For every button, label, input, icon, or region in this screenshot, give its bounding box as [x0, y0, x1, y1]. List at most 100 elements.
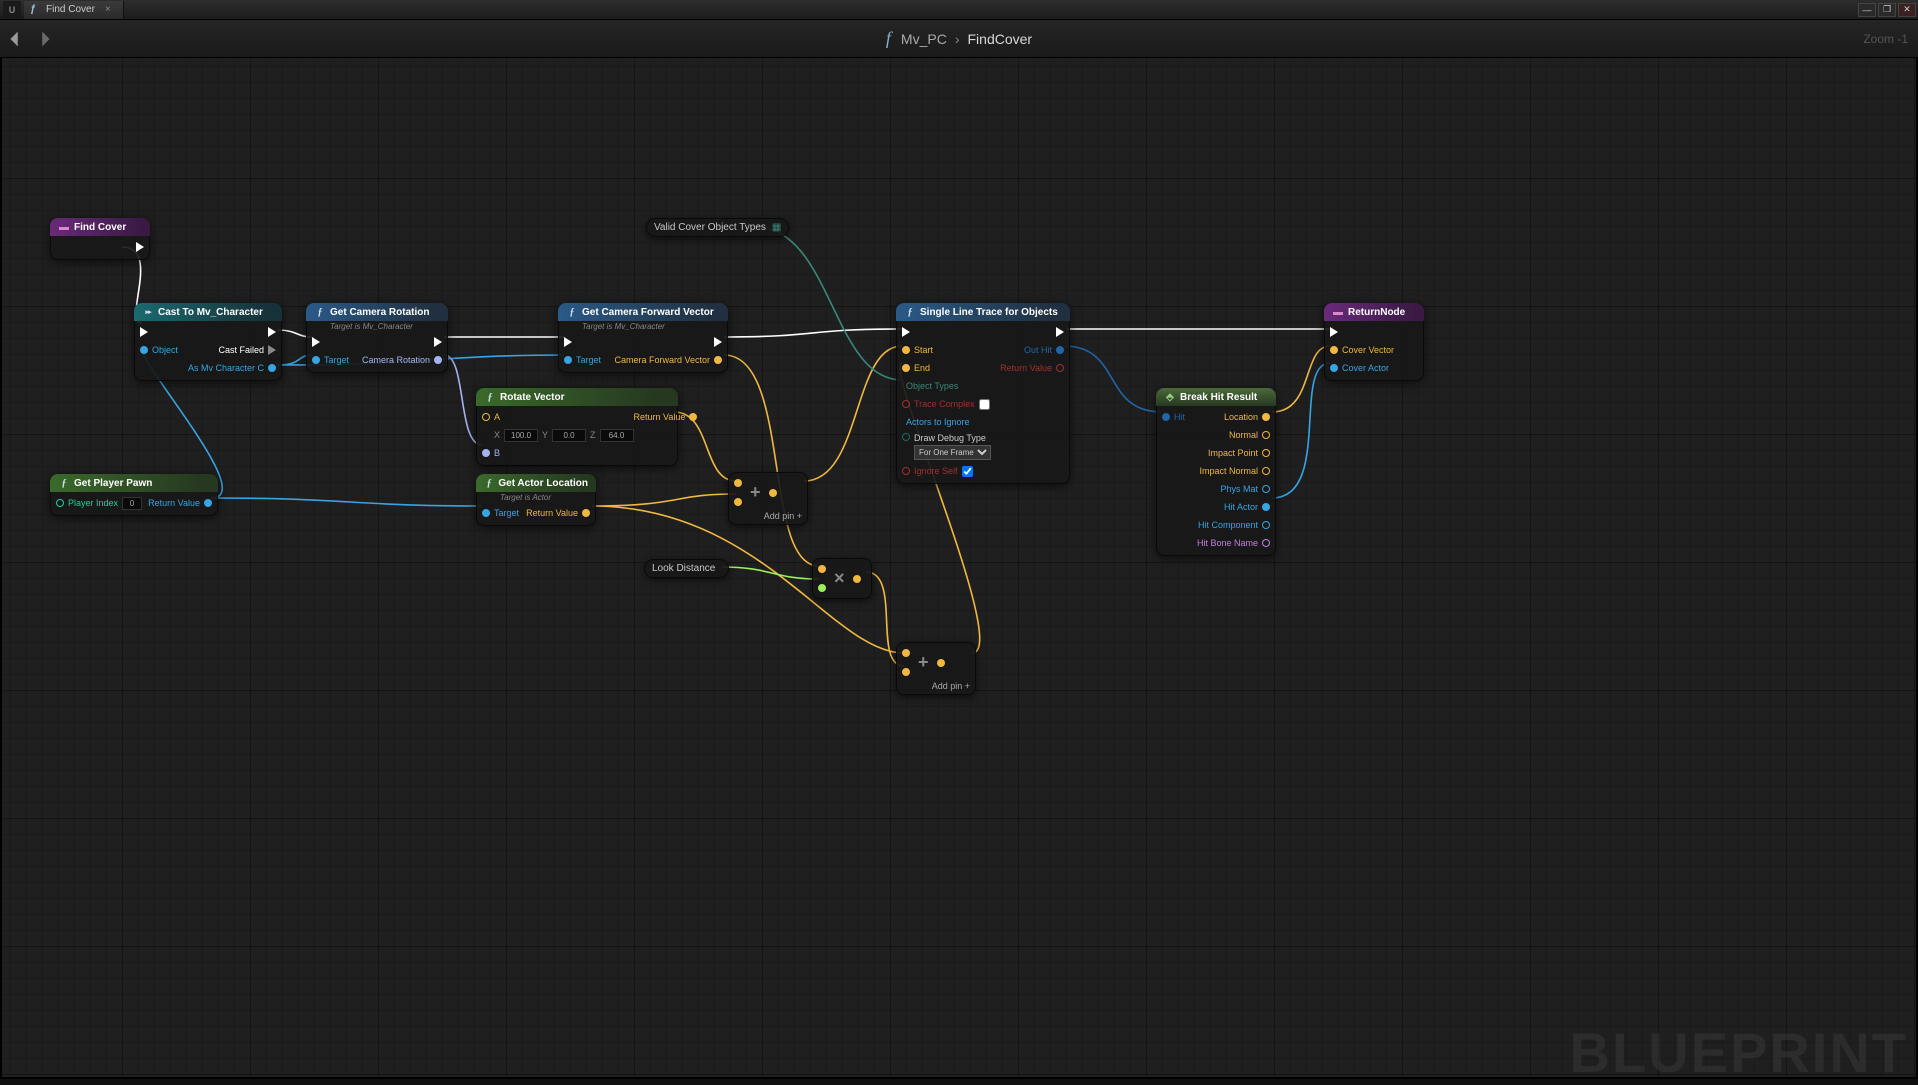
node-vector-add-1[interactable]: + Add pin + [728, 472, 808, 525]
pin-exec-in[interactable] [564, 335, 601, 349]
node-get-camera-forward[interactable]: Get Camera Forward Vector Target is Mv_C… [558, 303, 728, 373]
tab-close-icon[interactable]: × [105, 4, 111, 15]
pin-exec-in[interactable] [1330, 325, 1394, 339]
nav-forward-button[interactable] [34, 28, 56, 50]
pin-impact-point[interactable]: Impact Point [1208, 446, 1270, 460]
breadcrumb-parent[interactable]: Mv_PC [901, 31, 947, 47]
pin-exec-out[interactable] [1056, 325, 1064, 339]
pin-return-value[interactable]: Return Value [1000, 361, 1064, 375]
pin-target[interactable]: Target [564, 353, 601, 367]
pin-out[interactable] [853, 572, 861, 586]
node-break-hit-result[interactable]: Break Hit Result Hit Location Normal Imp… [1156, 388, 1276, 556]
pin-return-value[interactable]: Return Value [634, 410, 698, 424]
node-header: Break Hit Result [1156, 388, 1276, 406]
toolbar: f Mv_PC › FindCover Zoom -1 [0, 20, 1918, 58]
input-x[interactable] [504, 429, 538, 442]
node-return[interactable]: ReturnNode Cover Vector Cover Actor [1324, 303, 1424, 381]
node-get-player-pawn[interactable]: Get Player Pawn Player Index Return Valu… [50, 474, 218, 516]
node-entry-findcover[interactable]: Find Cover [50, 218, 150, 260]
window-minimize-button[interactable]: — [1858, 3, 1876, 17]
pin-location[interactable]: Location [1224, 410, 1270, 424]
node-rotate-vector[interactable]: Rotate Vector A X Y Z B Return Value [476, 388, 678, 466]
checkbox-ignore-self[interactable] [962, 466, 973, 477]
pin-exec-out[interactable] [268, 325, 276, 339]
watermark: BLUEPRINT [1570, 1020, 1908, 1085]
pin-target[interactable]: Target [482, 506, 519, 520]
node-title: Find Cover [74, 222, 126, 233]
pin-trace-complex[interactable]: Trace Complex [902, 397, 991, 411]
pin-actors-to-ignore[interactable]: Actors to Ignore [902, 415, 991, 429]
pin-hit-actor[interactable]: Hit Actor [1224, 500, 1270, 514]
graph-canvas[interactable]: Find Cover Cast To Mv_Character Object C… [0, 58, 1918, 1079]
node-get-actor-location[interactable]: Get Actor Location Target is Actor Targe… [476, 474, 596, 526]
pin-impact-normal[interactable]: Impact Normal [1199, 464, 1270, 478]
pin-normal[interactable]: Normal [1229, 428, 1270, 442]
node-title: Get Actor Location [498, 478, 588, 489]
break-struct-icon [1164, 391, 1176, 403]
node-header: Get Actor Location [476, 474, 596, 492]
add-pin-button[interactable]: Add pin + [734, 511, 802, 521]
pin-a[interactable]: A [482, 410, 634, 424]
input-player-index[interactable] [122, 497, 142, 510]
variable-valid-cover-object-types[interactable]: Valid Cover Object Types [646, 218, 789, 237]
pin-cover-vector[interactable]: Cover Vector [1330, 343, 1394, 357]
pin-phys-mat[interactable]: Phys Mat [1220, 482, 1270, 496]
pin-out[interactable] [937, 656, 945, 670]
pin-exec-in[interactable] [312, 335, 349, 349]
pin-exec-out[interactable] [714, 335, 722, 349]
pin-hit-component[interactable]: Hit Component [1198, 518, 1270, 532]
pin-hit-bone-name[interactable]: Hit Bone Name [1197, 536, 1270, 550]
pin-cast-failed[interactable]: Cast Failed [218, 343, 276, 357]
plus-icon: + [750, 482, 761, 503]
checkbox-trace-complex[interactable] [979, 399, 990, 410]
node-title: Single Line Trace for Objects [920, 307, 1058, 318]
pin-in-2[interactable] [902, 665, 910, 679]
input-z[interactable] [600, 429, 634, 442]
pin-draw-debug-type[interactable]: Draw Debug Type For One Frame [902, 433, 991, 460]
pin-camera-rotation[interactable]: Camera Rotation [362, 353, 442, 367]
node-get-camera-rotation[interactable]: Get Camera Rotation Target is Mv_Charact… [306, 303, 448, 373]
nav-back-button[interactable] [4, 28, 26, 50]
pin-object[interactable]: Object [140, 343, 178, 357]
pin-object-types[interactable]: Object Types [902, 379, 991, 393]
pin-exec-in[interactable] [902, 325, 991, 339]
pin-in-1[interactable] [734, 476, 742, 490]
pin-out[interactable] [769, 486, 777, 500]
pin-exec-out[interactable] [434, 335, 442, 349]
pin-hit[interactable]: Hit [1162, 410, 1185, 424]
pin-target[interactable]: Target [312, 353, 349, 367]
node-line-trace[interactable]: Single Line Trace for Objects Start End … [896, 303, 1070, 484]
pin-start[interactable]: Start [902, 343, 991, 357]
input-y[interactable] [552, 429, 586, 442]
function-icon: f [886, 28, 891, 49]
node-vector-add-2[interactable]: + Add pin + [896, 642, 976, 695]
node-vector-multiply[interactable]: × [812, 558, 872, 599]
pin-out-hit[interactable]: Out Hit [1024, 343, 1064, 357]
pin-in-2[interactable] [734, 495, 742, 509]
pin-b[interactable]: B [482, 446, 634, 460]
select-debug-type[interactable]: For One Frame [914, 445, 991, 460]
array-icon [772, 222, 781, 233]
pin-player-index[interactable]: Player Index [56, 496, 142, 510]
add-pin-button[interactable]: Add pin + [902, 681, 970, 691]
pin-return-value[interactable]: Return Value [526, 506, 590, 520]
variable-look-distance[interactable]: Look Distance [644, 559, 729, 578]
pin-return-value[interactable]: Return Value [148, 496, 212, 510]
node-cast-mvcharacter[interactable]: Cast To Mv_Character Object Cast Failed … [134, 303, 282, 381]
pin-cover-actor[interactable]: Cover Actor [1330, 361, 1394, 375]
breadcrumb: f Mv_PC › FindCover [886, 28, 1032, 49]
window-close-button[interactable]: ✕ [1898, 3, 1916, 17]
pin-camera-forward[interactable]: Camera Forward Vector [614, 353, 722, 367]
pin-ignore-self[interactable]: Ignore Self [902, 464, 991, 478]
editor-tab[interactable]: ƒ Find Cover × [24, 1, 124, 19]
pin-exec-in[interactable] [140, 325, 178, 339]
pin-as-character[interactable]: As Mv Character C [188, 361, 276, 375]
function-icon [566, 306, 578, 318]
pin-exec-out[interactable] [136, 240, 144, 254]
pin-end[interactable]: End [902, 361, 991, 375]
pin-in-1[interactable] [902, 646, 910, 660]
pin-in-2[interactable] [818, 581, 826, 595]
window-maximize-button[interactable]: ❐ [1878, 3, 1896, 17]
pin-in-1[interactable] [818, 562, 826, 576]
function-icon [58, 477, 70, 489]
